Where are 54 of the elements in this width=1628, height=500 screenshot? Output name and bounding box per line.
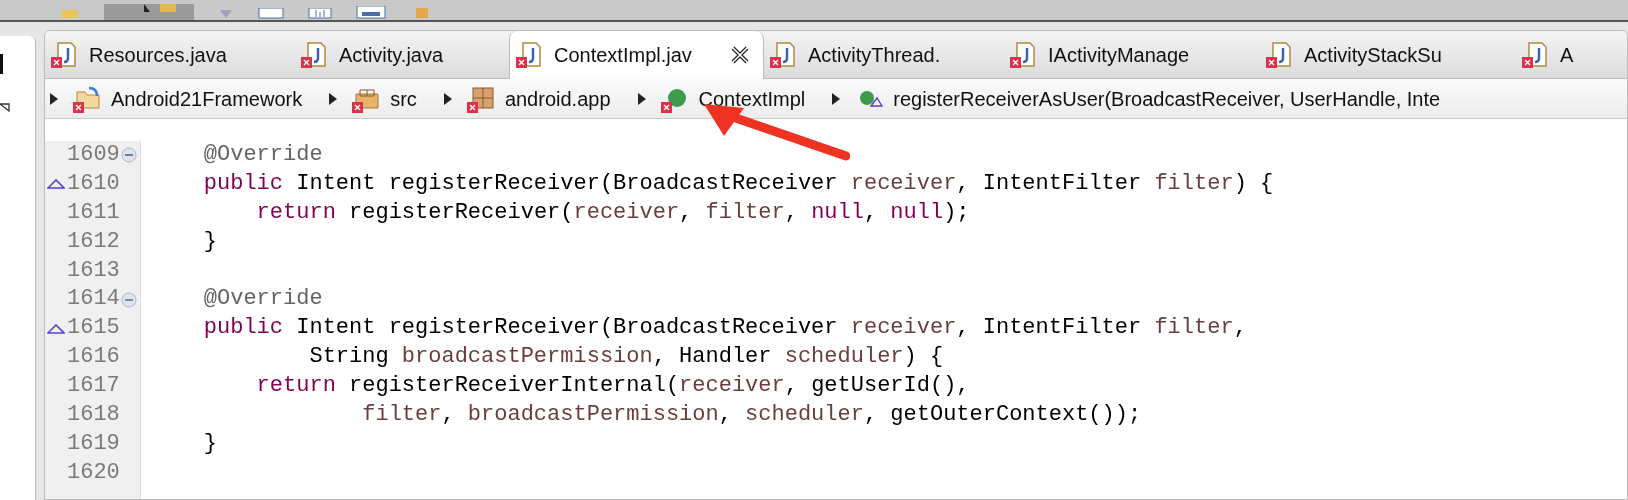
line-number: 1613 (67, 256, 120, 285)
line-number: 1614 (67, 285, 120, 314)
breadcrumb-item[interactable]: src (328, 83, 417, 114)
java-file-error-icon (768, 39, 798, 70)
breadcrumb-item[interactable]: Android21Framework (49, 83, 303, 114)
line-number: 1616 (67, 343, 120, 372)
code-line: @Override (202, 286, 323, 312)
line-number: 1612 (67, 227, 120, 256)
editor-tab[interactable]: Activity.java (295, 31, 509, 78)
editor-tab[interactable]: IActivityManage (1004, 31, 1260, 78)
editor-tab[interactable]: ActivityStackSu (1260, 31, 1516, 78)
code-line: } (202, 228, 217, 254)
dropdown-icon[interactable] (0, 102, 10, 112)
line-number: 1611 (67, 198, 120, 227)
breadcrumb-item[interactable]: ContextImpl (636, 83, 806, 114)
line-number: 1609 (67, 141, 120, 169)
code-line: return registerReceiverInternal(receiver, getUserId(), (255, 373, 970, 399)
java-file-error-icon (1008, 39, 1038, 70)
java-file-error-icon (1264, 39, 1294, 70)
expand-arrow-icon[interactable] (831, 91, 842, 106)
line-number: 1618 (67, 401, 120, 429)
breadcrumb-item[interactable]: android.app (442, 83, 611, 114)
bar-chart-icon[interactable] (308, 8, 332, 20)
editor-tab[interactable]: ContextImpl.jav (509, 31, 764, 79)
code-line: filter, broadcastPermission, scheduler, getOuterContext()); (361, 402, 1142, 427)
editor-tab[interactable]: Resources.java (45, 31, 295, 78)
breadcrumb-item[interactable]: registerReceiverAsUser(BroadcastReceiver, UserHandle, Inte (831, 83, 1441, 114)
code-line: return registerReceiver(receiver, filter, null, null); (255, 199, 970, 225)
list-icon[interactable] (258, 8, 284, 20)
expand-arrow-icon[interactable] (636, 91, 647, 106)
java-file-error-icon (1520, 39, 1550, 70)
code-line: } (202, 430, 217, 456)
code-line: @Override (202, 142, 323, 167)
code-line: public Intent registerReceiver(BroadcastReceiver receiver, IntentFilter filter, (202, 315, 1247, 341)
editor-tab[interactable]: ActivityThread. (764, 31, 1004, 78)
close-icon[interactable] (731, 46, 749, 64)
code-line: String broadcastPermission, Handler scheduler) { (308, 344, 944, 370)
panel-icon[interactable] (0, 54, 6, 74)
fold-toggle-icon[interactable] (120, 147, 137, 164)
java-file-error-icon (49, 39, 79, 70)
window-icon[interactable] (356, 6, 386, 20)
editor-tab[interactable]: A (1516, 31, 1626, 78)
java-file-error-icon (299, 39, 329, 70)
line-number: 1610 (67, 169, 120, 198)
expand-arrow-icon[interactable] (49, 91, 59, 106)
expand-arrow-icon[interactable] (328, 91, 339, 106)
line-number: 1617 (67, 372, 120, 401)
java-file-error-icon (514, 40, 544, 70)
line-number: 1620 (67, 458, 120, 487)
expand-arrow-icon[interactable] (442, 91, 453, 106)
line-number: 1615 (67, 314, 120, 343)
fold-toggle-icon[interactable] (120, 291, 137, 308)
line-number: 1619 (67, 429, 120, 458)
code-line: public Intent registerReceiver(BroadcastReceiver receiver, IntentFilter filter) { (202, 170, 1274, 196)
